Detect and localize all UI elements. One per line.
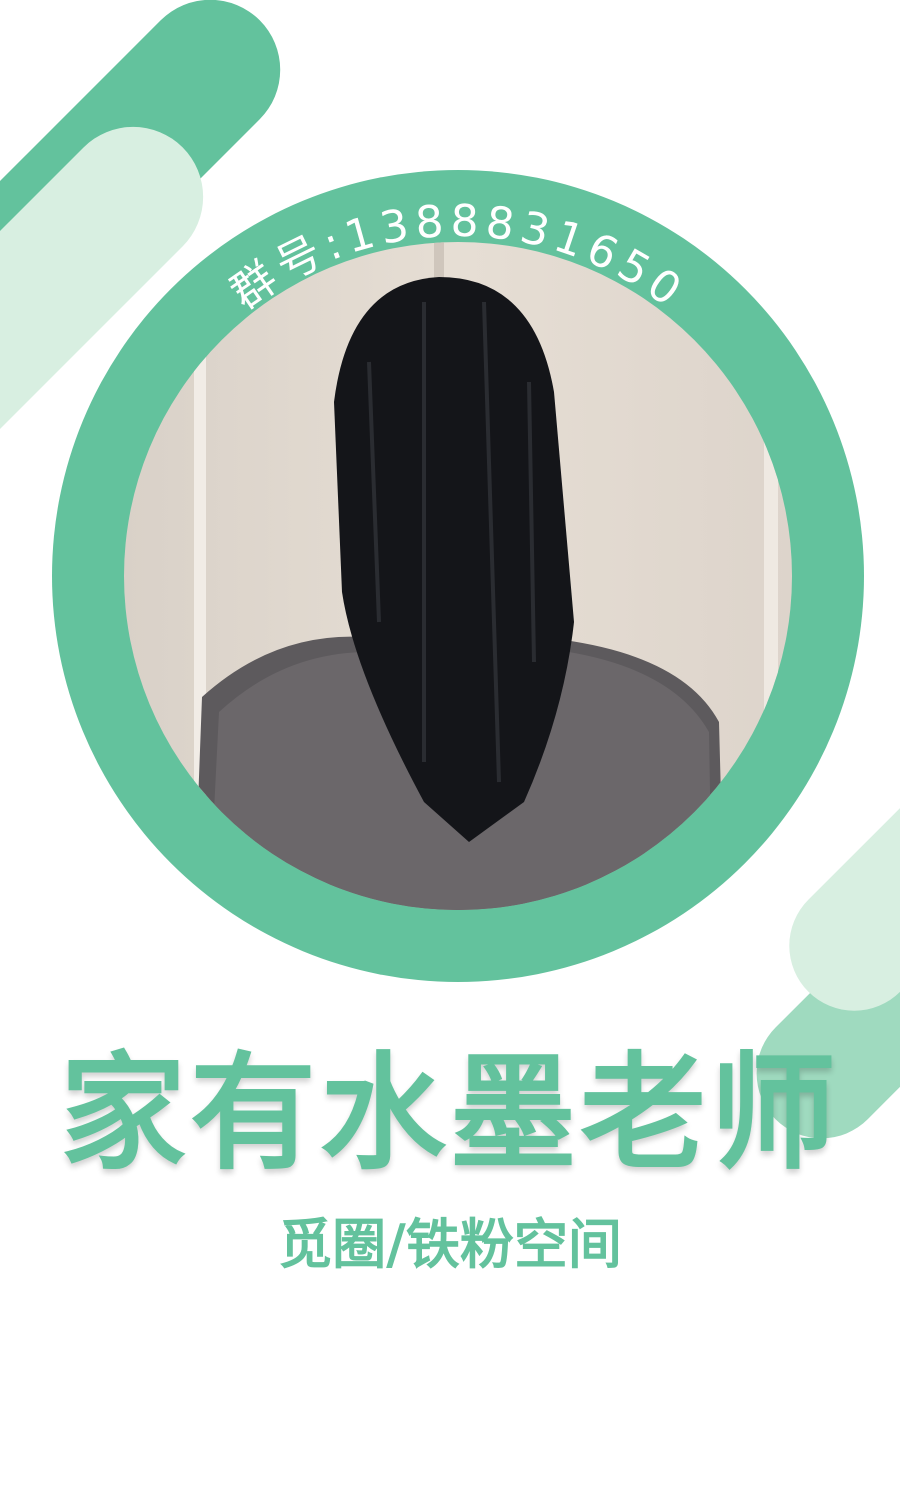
page-subtitle: 觅圈/铁粉空间 — [278, 1213, 622, 1276]
page-title: 家有水墨老师 — [60, 1040, 840, 1187]
svg-text:群号:1388831650: 群号:1388831650 — [222, 196, 695, 320]
group-number-label: 群号:1388831650 — [222, 196, 689, 320]
group-number-arc: 群号:1388831650 — [222, 196, 695, 320]
